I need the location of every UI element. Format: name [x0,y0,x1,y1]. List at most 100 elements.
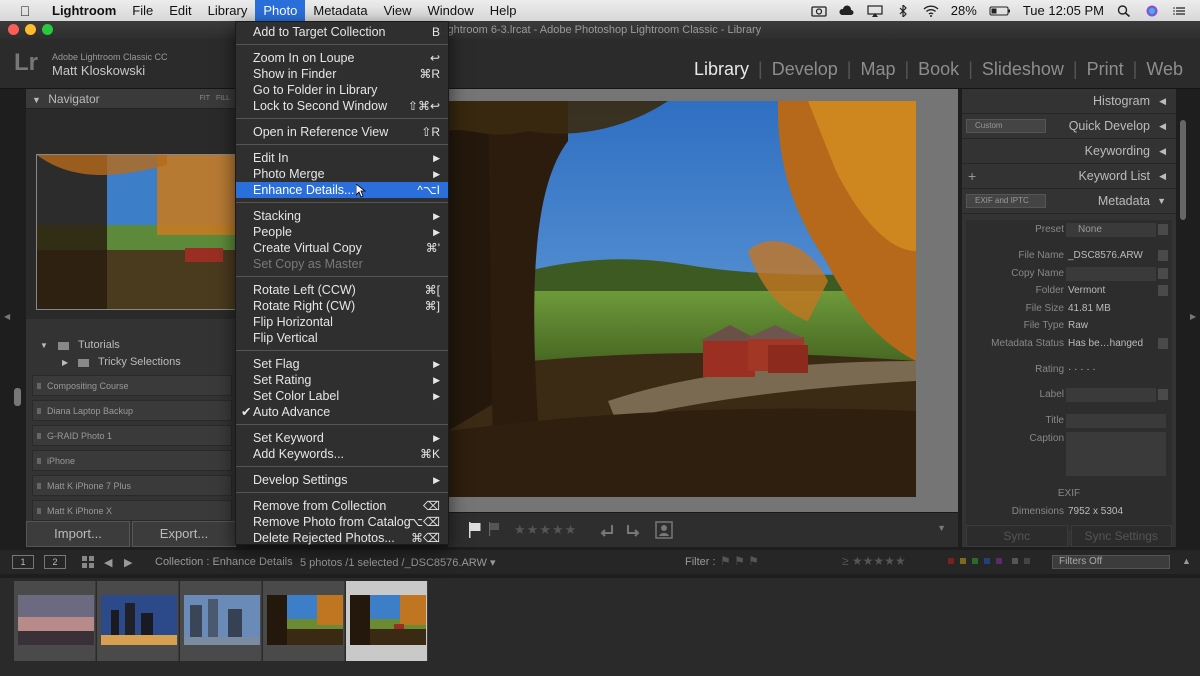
selection-count[interactable]: 5 photos /1 selected /_DSC8576.ARW ▾ [300,556,495,569]
volume-matt-k-iphone-7-plus[interactable]: Matt K iPhone 7 Plus [32,475,232,496]
creative-cloud-icon[interactable] [839,4,855,17]
bluetooth-icon[interactable] [895,4,911,17]
menu-item-stacking[interactable]: Stacking ▶ [236,208,448,224]
menu-item-create-virtual-copy[interactable]: Create Virtual Copy ⌘' [236,240,448,256]
filter-flag-icon[interactable]: ⚑ ⚑ ⚑ [720,554,759,568]
metadata-status-button[interactable] [1158,338,1168,349]
menu-item-open-in-reference-view[interactable]: Open in Reference View ⇧R [236,124,448,140]
folder-tutorials[interactable]: ▼ Tutorials [26,337,236,354]
module-web[interactable]: Web [1137,59,1192,80]
battery-icon[interactable] [989,5,1011,17]
module-library[interactable]: Library [685,59,758,80]
navigator-fit[interactable]: FIT [199,95,210,102]
menu-item-rotate-right-cw[interactable]: Rotate Right (CW) ⌘] [236,298,448,314]
menu-item-show-in-finder[interactable]: Show in Finder ⌘R [236,66,448,82]
add-keyword-icon[interactable]: + [968,164,976,189]
grid-view-icon[interactable] [82,556,94,568]
flag-reject-icon[interactable] [488,522,500,536]
keywording-header[interactable]: Keywording ◀ [962,139,1176,164]
navigator-preview[interactable] [26,109,236,319]
menu-photo[interactable]: Photo [255,0,306,21]
menu-item-rotate-left-ccw[interactable]: Rotate Left (CCW) ⌘[ [236,282,448,298]
navigator-fill[interactable]: FILL [216,95,230,102]
label-field[interactable] [1066,388,1156,402]
folder-tricky-selections[interactable]: ▶ Tricky Selections [26,354,236,371]
menu-item-add-to-target-collection[interactable]: Add to Target Collection B [236,24,448,40]
volume-matt-k-iphone-x[interactable]: Matt K iPhone X [32,500,232,521]
filmstrip-thumb-5-selected[interactable] [346,581,428,661]
menu-item-delete-rejected-photos[interactable]: Delete Rejected Photos... ⌘⌫ [236,530,448,546]
filmstrip-thumb-1[interactable] [14,581,96,661]
left-panel-scrollbar[interactable] [14,388,21,406]
menu-item-enhance-details[interactable]: Enhance Details... ^⌥I [236,182,448,198]
window-2-button[interactable]: 2 [44,555,66,569]
camera-icon[interactable] [811,5,827,17]
loupe-view[interactable] [448,89,958,512]
menu-view[interactable]: View [376,0,420,21]
filter-lock-icon[interactable]: ▲ [1182,556,1191,566]
rating-dots[interactable]: · · · · · [1068,364,1096,375]
back-arrow-icon[interactable]: ◀ [104,556,112,569]
filmstrip-thumb-2[interactable] [97,581,179,661]
metadata-preset-select[interactable]: EXIF and IPTC [966,194,1046,208]
volume-diana-laptop-backup[interactable]: Diana Laptop Backup [32,400,232,421]
volume-compositing-course[interactable]: Compositing Course [32,375,232,396]
filmstrip-thumb-4[interactable] [263,581,345,661]
window-1-button[interactable]: 1 [12,555,34,569]
navigator-header[interactable]: ▼ Navigator FIT FILL [26,89,236,109]
right-panel-scrollbar[interactable] [1180,120,1186,220]
menu-item-auto-advance[interactable]: ✔ Auto Advance [236,404,448,420]
menu-item-add-keywords[interactable]: Add Keywords... ⌘K [236,446,448,462]
rating-stars[interactable]: ★★★★★ [514,522,577,538]
menu-item-develop-settings[interactable]: Develop Settings ▶ [236,472,448,488]
menu-item-lock-to-second-window[interactable]: Lock to Second Window ⇧⌘↩ [236,98,448,114]
navigator-thumbnail[interactable] [36,154,236,310]
menu-item-edit-in[interactable]: Edit In ▶ [236,150,448,166]
folder-expand-icon[interactable]: ▶ [62,354,68,371]
menu-item-set-flag[interactable]: Set Flag ▶ [236,356,448,372]
siri-icon[interactable] [1144,5,1160,17]
menu-file[interactable]: File [124,0,161,21]
sync-button[interactable]: Sync [966,525,1068,547]
copy-name-button[interactable] [1158,268,1168,279]
zoom-window-button[interactable] [42,24,53,35]
sync-settings-button[interactable]: Sync Settings [1070,525,1172,547]
menu-window[interactable]: Window [420,0,482,21]
left-panel-toggle-icon[interactable]: ◀ [4,312,10,321]
rotate-right-icon[interactable] [624,521,642,539]
menu-item-remove-from-collection[interactable]: Remove from Collection ⌫ [236,498,448,514]
clock[interactable]: Tue 12:05 PM [1023,3,1104,18]
menu-item-set-keyword[interactable]: Set Keyword ▶ [236,430,448,446]
file-name-button[interactable] [1158,250,1168,261]
menu-item-flip-horizontal[interactable]: Flip Horizontal [236,314,448,330]
caption-field[interactable] [1066,432,1166,476]
module-develop[interactable]: Develop [763,59,847,80]
keyword-list-header[interactable]: + Keyword List ◀ [962,164,1176,189]
volume-g-raid-photo-1[interactable]: G-RAID Photo 1 [32,425,232,446]
export-button[interactable]: Export... [132,521,236,547]
module-slideshow[interactable]: Slideshow [973,59,1073,80]
menu-item-set-rating[interactable]: Set Rating ▶ [236,372,448,388]
menu-item-set-color-label[interactable]: Set Color Label ▶ [236,388,448,404]
module-map[interactable]: Map [851,59,904,80]
collection-source[interactable]: Collection : Enhance Details [155,556,293,568]
import-button[interactable]: Import... [26,521,130,547]
rotate-left-icon[interactable] [598,521,616,539]
menu-item-flip-vertical[interactable]: Flip Vertical [236,330,448,346]
copy-name-field[interactable] [1066,267,1156,281]
histogram-header[interactable]: Histogram ◀ [962,89,1176,114]
menu-item-go-to-folder-in-library[interactable]: Go to Folder in Library [236,82,448,98]
notification-center-icon[interactable] [1172,5,1188,17]
airplay-icon[interactable] [867,4,883,17]
people-view-icon[interactable] [654,520,674,540]
filter-color-labels[interactable] [948,555,1038,570]
menu-item-photo-merge[interactable]: Photo Merge ▶ [236,166,448,182]
label-button[interactable] [1158,389,1168,400]
title-field[interactable] [1066,414,1166,428]
filter-preset-select[interactable]: Filters Off [1052,555,1170,569]
menu-edit[interactable]: Edit [161,0,199,21]
volume-iphone[interactable]: iPhone [32,450,232,471]
filter-rating-stars[interactable]: ≥ ★★★★★ [842,554,906,568]
menu-metadata[interactable]: Metadata [305,0,375,21]
preset-dropdown[interactable] [1158,224,1168,235]
